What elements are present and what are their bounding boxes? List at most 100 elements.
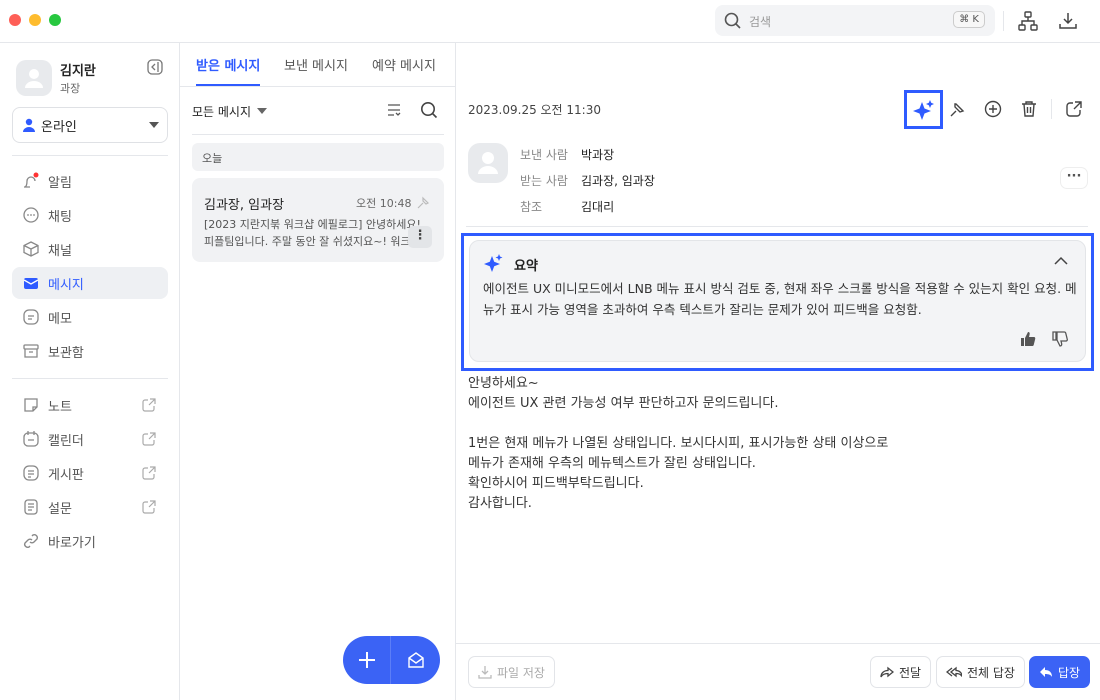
ai-summary-button[interactable]: [904, 90, 943, 129]
mail-open-icon: [407, 652, 424, 668]
forward-icon: [880, 666, 894, 678]
pin-icon[interactable]: [416, 194, 432, 210]
new-message-button[interactable]: [343, 636, 391, 684]
status-label: 온라인: [41, 119, 77, 135]
close-window-button[interactable]: [9, 14, 21, 26]
profile-title: 과장: [60, 82, 81, 95]
reply-button[interactable]: 답장: [1029, 656, 1091, 688]
to-label: 받는 사람: [520, 174, 568, 188]
sidebar-item-5[interactable]: 보관함: [12, 335, 168, 367]
filter-label: 모든 메시지: [192, 105, 252, 119]
read-all-button[interactable]: [391, 636, 440, 684]
bell-icon: [24, 172, 39, 188]
external-link-icon[interactable]: [142, 466, 156, 480]
sidebar-item-4[interactable]: 메모: [12, 301, 168, 333]
more-options-button[interactable]: ···: [1060, 167, 1088, 189]
compose-fab: [343, 636, 440, 684]
sidebar-item-3[interactable]: 설문: [12, 491, 168, 523]
reply-all-icon: [946, 666, 962, 678]
cc-value[interactable]: 김대리: [581, 198, 614, 215]
from-value[interactable]: 박과장: [581, 146, 614, 163]
sidebar-item-1[interactable]: 채팅: [12, 199, 168, 231]
minimize-window-button[interactable]: [29, 14, 41, 26]
calendar-icon: [23, 431, 39, 447]
reply-all-label: 전체 답장: [967, 665, 1015, 680]
divider: [466, 226, 1088, 227]
status-select[interactable]: 온라인: [12, 107, 168, 143]
sparkle-icon: [484, 254, 503, 272]
save-file-button[interactable]: 파일 저장: [468, 656, 555, 688]
from-label: 보낸 사람: [520, 148, 568, 162]
item-sender: 김과장, 임과장: [204, 198, 285, 213]
user-icon: [478, 152, 498, 174]
trash-icon[interactable]: [1020, 100, 1038, 118]
search-icon: [724, 12, 741, 29]
sidebar-item-label: 노트: [48, 399, 72, 415]
search-input[interactable]: 검색 ⌘ K: [715, 5, 995, 36]
message-list-item[interactable]: 김과장, 임과장 오전 10:48 [2023 지란지붂 워크샵 에필로그] 안…: [192, 178, 444, 262]
search-icon[interactable]: [420, 101, 438, 119]
sidebar-item-2[interactable]: 채널: [12, 233, 168, 265]
message-detail: 2023.09.25 오전 11:30 보낸 사람 박과장 받는 사람 김과장,…: [456, 43, 1100, 700]
message-datetime: 2023.09.25 오전 11:30: [468, 103, 601, 117]
ai-summary-card: 요약 에이전트 UX 미니모드에서 LNB 메뉴 표시 방식 검토 중, 현재 …: [469, 240, 1086, 362]
body-line: 1번은 현재 메뉴가 나열된 상태입니다. 보시다시피, 표시가능한 상태 이상…: [468, 436, 889, 451]
sidebar-item-label: 알림: [48, 175, 72, 191]
sidebar-item-1[interactable]: 캘린더: [12, 423, 168, 455]
tab-inbox[interactable]: 받은 메시지: [196, 55, 260, 74]
sidebar-item-0[interactable]: 알림: [12, 165, 168, 197]
divider: [1051, 99, 1052, 119]
link-icon: [24, 534, 38, 548]
collapse-sidebar-icon[interactable]: [147, 59, 163, 75]
note-icon: [24, 398, 38, 412]
forward-label: 전달: [899, 665, 922, 680]
external-link-icon[interactable]: [142, 500, 156, 514]
tab-sent[interactable]: 보낸 메시지: [284, 55, 348, 74]
add-icon[interactable]: [984, 100, 1002, 118]
filter-dropdown[interactable]: 모든 메시지: [192, 103, 268, 120]
sidebar-item-3[interactable]: 메시지: [12, 267, 168, 299]
sidebar-item-label: 채팅: [48, 209, 72, 225]
memo-icon: [23, 309, 39, 325]
sidebar-item-label: 채널: [48, 243, 72, 259]
item-preview: [2023 지란지붂 워크샵 에필로그] 안녕하세요!: [204, 218, 421, 231]
sidebar-item-4[interactable]: 바로가기: [12, 525, 168, 557]
to-value[interactable]: 김과장, 임과장: [581, 172, 655, 189]
reply-all-button[interactable]: 전체 답장: [936, 656, 1025, 688]
summary-highlight: 요약 에이전트 UX 미니모드에서 LNB 메뉴 표시 방식 검토 중, 현재 …: [461, 233, 1094, 371]
divider: [1003, 11, 1004, 31]
external-link-icon[interactable]: [142, 432, 156, 446]
maximize-window-button[interactable]: [49, 14, 61, 26]
plus-icon: [358, 652, 375, 668]
sparkle-icon: [913, 100, 934, 120]
thumbs-down-icon[interactable]: [1052, 331, 1068, 347]
chat-icon: [23, 207, 39, 223]
external-link-icon[interactable]: [1065, 100, 1083, 118]
sidebar: 김지란 과장 온라인 알림채팅채널메시지메모 보관함 노트캘린더 게시판설문바로가기: [0, 43, 180, 700]
body-line: [468, 414, 888, 434]
cc-label: 참조: [520, 200, 543, 214]
sidebar-item-label: 설문: [48, 501, 72, 517]
profile-name: 김지란: [60, 64, 96, 79]
org-chart-icon[interactable]: [1018, 11, 1038, 31]
chevron-up-icon[interactable]: [1054, 256, 1068, 266]
board-icon: [23, 465, 39, 481]
forward-button[interactable]: 전달: [870, 656, 932, 688]
avatar: [16, 60, 52, 96]
more-options-button[interactable]: ⋮: [408, 226, 432, 248]
divider: [180, 86, 456, 87]
pin-icon[interactable]: [948, 99, 968, 119]
cube-icon: [23, 241, 39, 257]
sidebar-item-label: 메시지: [48, 277, 84, 293]
sidebar-item-2[interactable]: 게시판: [12, 457, 168, 489]
tab-scheduled[interactable]: 예약 메시지: [372, 55, 436, 74]
body-line: 안녕하세요~: [468, 376, 539, 391]
sidebar-item-0[interactable]: 노트: [12, 389, 168, 421]
item-preview: 피플팀입니다. 주말 동안 잘 쉬셨지요~! 워크: [204, 235, 411, 248]
sort-icon[interactable]: [386, 102, 402, 118]
divider: [12, 155, 168, 156]
thumbs-up-icon[interactable]: [1020, 331, 1036, 347]
download-icon[interactable]: [1058, 11, 1078, 31]
title-bar: 검색 ⌘ K: [0, 0, 1100, 43]
external-link-icon[interactable]: [142, 398, 156, 412]
